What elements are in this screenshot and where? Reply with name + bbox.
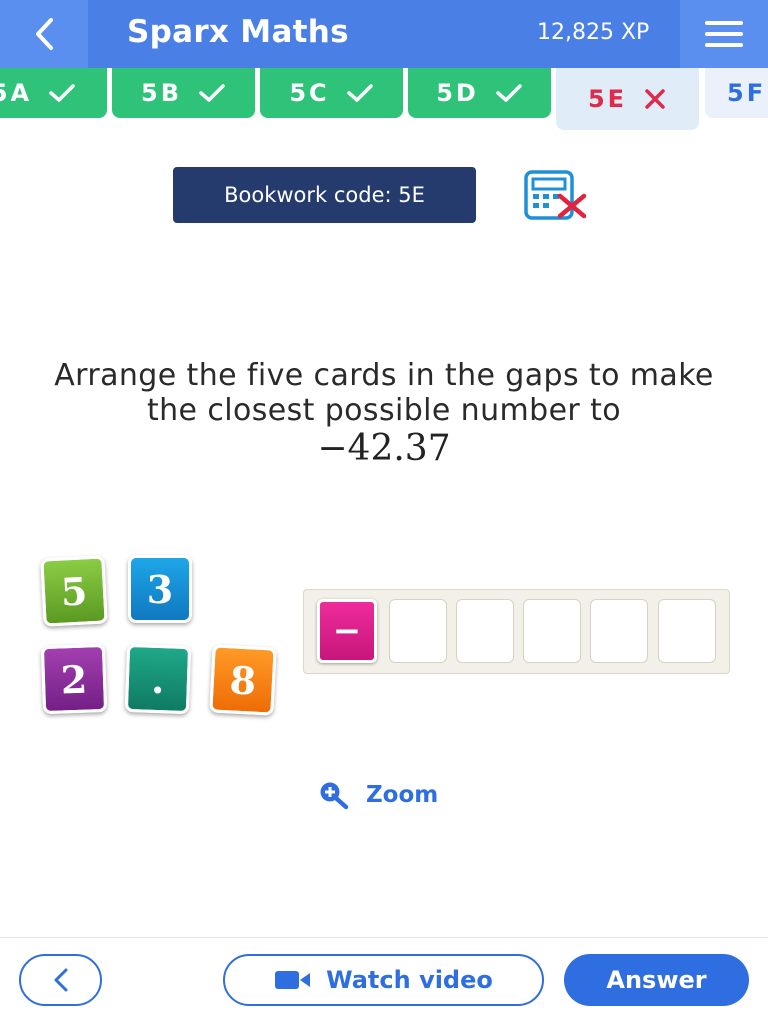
tab-label: 5B: [141, 79, 182, 107]
chevron-left-icon: [54, 968, 67, 992]
app-title: Sparx Maths: [127, 14, 349, 50]
app-header: Sparx Maths 12,825 XP: [0, 0, 768, 68]
card-value: 2: [59, 656, 88, 702]
answer-slot[interactable]: [658, 599, 716, 663]
card-value: 3: [146, 566, 174, 612]
question-text: Arrange the five cards in the gaps to ma…: [54, 358, 714, 428]
tab-5e[interactable]: 5E: [556, 68, 699, 130]
answer-slot[interactable]: [590, 599, 648, 663]
answer-slot[interactable]: [456, 599, 514, 663]
tab-label: 5F: [727, 79, 767, 107]
check-icon: [49, 84, 75, 102]
watch-video-button[interactable]: Watch video: [223, 954, 544, 1006]
cross-icon: [645, 89, 665, 109]
tab-5d[interactable]: 5D: [408, 68, 551, 118]
tab-5c[interactable]: 5C: [260, 68, 403, 118]
tab-label: 5C: [289, 79, 330, 107]
card-value: 5: [59, 567, 89, 615]
number-card[interactable]: 2: [40, 643, 108, 715]
zoom-in-icon: [320, 782, 349, 810]
answer-slot[interactable]: [523, 599, 581, 663]
calculator-not-allowed-icon: [524, 170, 587, 220]
zoom-button[interactable]: Zoom: [318, 779, 438, 811]
card-value: 8: [228, 656, 258, 704]
check-icon: [199, 84, 225, 102]
menu-button[interactable]: [680, 0, 768, 68]
tab-5a[interactable]: 5A: [0, 68, 107, 118]
answer-button[interactable]: Answer: [564, 954, 749, 1006]
target-number: −42.37: [317, 428, 451, 469]
minus-sign-card: −: [317, 599, 377, 663]
decimal-point-card[interactable]: .: [124, 643, 192, 715]
number-card[interactable]: 5: [40, 555, 108, 627]
video-camera-icon: [275, 971, 311, 989]
chevron-left-icon: [36, 18, 53, 50]
back-button[interactable]: [0, 0, 88, 68]
tab-5b[interactable]: 5B: [112, 68, 255, 118]
zoom-label: Zoom: [366, 782, 439, 808]
footer-divider: [0, 937, 768, 938]
tab-label: 5E: [587, 85, 628, 113]
xp-counter: 12,825 XP: [537, 20, 650, 45]
tab-label: 5A: [0, 79, 33, 107]
answer-slot[interactable]: [389, 599, 447, 663]
previous-button[interactable]: [19, 954, 102, 1006]
tab-5f[interactable]: 5F: [705, 68, 768, 118]
watch-video-label: Watch video: [326, 966, 493, 994]
tab-label: 5D: [436, 79, 479, 107]
check-icon: [496, 84, 522, 102]
number-card[interactable]: 8: [209, 644, 277, 716]
card-value: .: [150, 656, 166, 702]
bookwork-code: Bookwork code: 5E: [173, 167, 476, 223]
number-card[interactable]: 3: [128, 555, 192, 623]
task-tabs: 5A 5B 5C 5D 5E 5F: [0, 68, 768, 132]
check-icon: [346, 84, 373, 102]
hamburger-menu-icon: [705, 21, 743, 47]
